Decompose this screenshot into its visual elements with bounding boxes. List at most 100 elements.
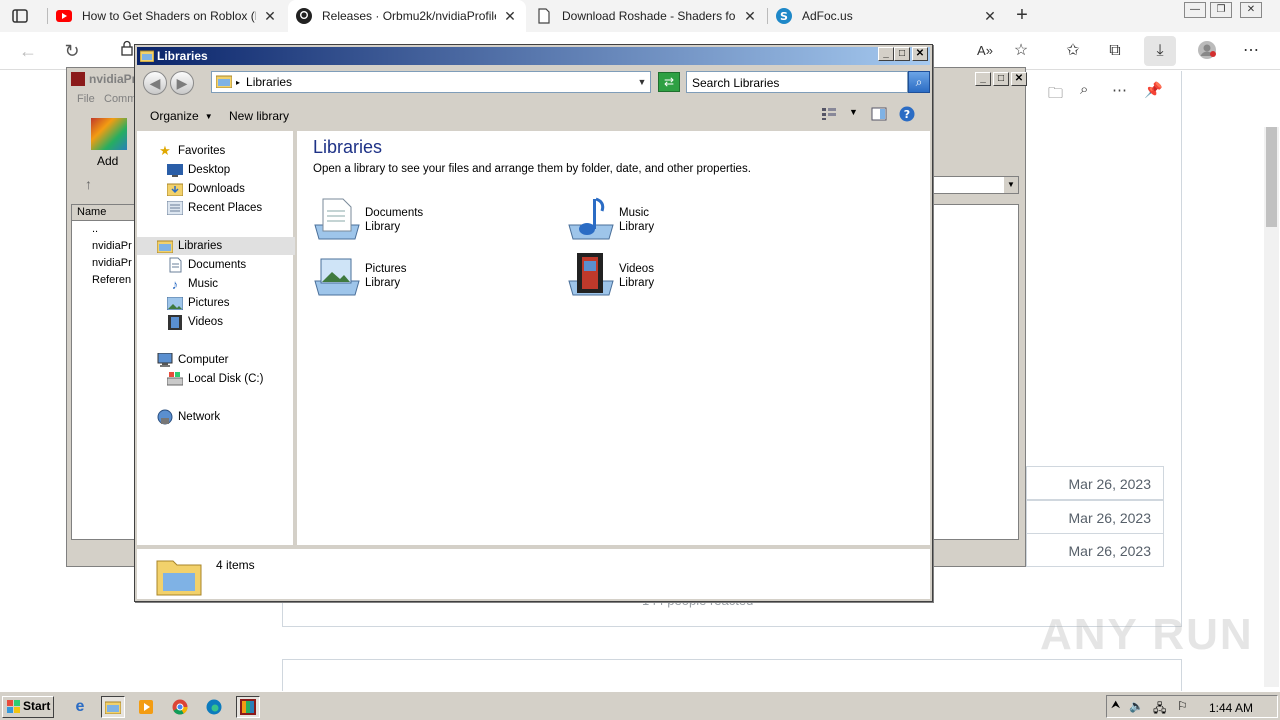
winrar-add-icon[interactable] (91, 118, 127, 150)
new-tab-button[interactable]: + (1012, 5, 1032, 26)
nav-recent-places[interactable]: Recent Places (167, 199, 262, 217)
release-date: Mar 26, 2023 (1026, 533, 1164, 567)
ie-icon[interactable]: e (68, 696, 92, 718)
nav-favorites[interactable]: ★ Favorites (157, 142, 225, 160)
tab-close-icon[interactable]: ✕ (982, 8, 998, 25)
network-tray-icon[interactable]: 🖧 (1153, 699, 1166, 720)
library-videos[interactable]: Videos Library (567, 251, 807, 301)
network-icon (157, 409, 173, 425)
browser-tab-strip: How to Get Shaders on Roblox (F ✕ Releas… (0, 0, 1280, 32)
winrar-path-dropdown[interactable]: ▼ (933, 176, 1019, 194)
column-name[interactable]: Name (72, 205, 134, 221)
explorer-taskbar-icon[interactable] (101, 696, 125, 718)
up-arrow-icon[interactable]: ↑ (85, 176, 92, 192)
favorites-icon[interactable]: ✩ (1062, 40, 1084, 62)
nav-downloads[interactable]: Downloads (167, 180, 245, 198)
edge-icon[interactable] (202, 696, 226, 718)
address-dropdown-icon[interactable]: ▼ (635, 72, 649, 92)
nav-music[interactable]: ♪ Music (167, 275, 218, 293)
organize-button[interactable]: Organize ▼ (150, 109, 213, 123)
downloads-folder-icon (167, 181, 183, 197)
tab-actions-icon[interactable] (10, 6, 30, 26)
tab-youtube[interactable]: How to Get Shaders on Roblox (F ✕ (48, 0, 286, 32)
file-row[interactable]: nvidiaPr (72, 255, 134, 272)
clock[interactable]: 1:44 AM (1209, 701, 1253, 715)
refresh-icon[interactable]: ⇄ (658, 72, 680, 92)
nav-computer[interactable]: Computer (157, 351, 229, 369)
search-icon[interactable]: ⌕ (908, 71, 930, 93)
chrome-icon[interactable] (168, 696, 192, 718)
tab-adfocus[interactable]: S AdFoc.us ✕ (768, 0, 1006, 32)
nav-libraries[interactable]: Libraries (137, 237, 295, 255)
close-button[interactable]: ✕ (912, 47, 928, 61)
tray-expand-icon[interactable]: ⮝ (1111, 699, 1120, 712)
back-arrow-icon[interactable]: ◀ (143, 71, 167, 95)
nav-network[interactable]: Network (157, 408, 220, 426)
new-library-button[interactable]: New library (229, 109, 289, 123)
winrar-file-list: Name .. nvidiaPr nvidiaPr Referen (71, 204, 135, 540)
tab-github-releases[interactable]: Releases · Orbmu2k/nvidiaProfile ✕ (288, 0, 526, 32)
file-row[interactable]: Referen (72, 272, 134, 289)
minimize-button[interactable]: _ (975, 72, 991, 86)
libraries-large-icon (155, 553, 203, 597)
nav-local-disk[interactable]: Local Disk (C:) (167, 370, 263, 388)
window-title-bar[interactable]: Libraries (137, 47, 930, 65)
browser-restore-button[interactable]: ❐ (1210, 2, 1232, 18)
tab-roshade[interactable]: Download Roshade - Shaders for ✕ (528, 0, 766, 32)
tab-close-icon[interactable]: ✕ (262, 8, 278, 25)
page-scrollbar-thumb[interactable] (1266, 127, 1277, 227)
back-arrow-icon[interactable]: ← (18, 41, 38, 61)
tab-title: How to Get Shaders on Roblox (F (82, 9, 256, 23)
forward-arrow-icon[interactable]: ▶ (170, 71, 194, 95)
nav-videos[interactable]: Videos (167, 313, 223, 331)
more-menu-icon[interactable]: ⋯ (1240, 40, 1262, 62)
search-icon[interactable]: ⌕ (1080, 81, 1088, 98)
browser-close-button[interactable]: ✕ (1240, 2, 1262, 18)
pin-icon[interactable]: 📌 (1144, 81, 1163, 99)
add-favorite-icon[interactable]: ☆ (1010, 40, 1032, 62)
maximize-button[interactable]: □ (993, 72, 1009, 86)
more-icon[interactable]: ⋯ (1112, 81, 1127, 99)
winrar-menu-commands[interactable]: Comm (104, 93, 136, 105)
breadcrumb-libraries[interactable]: Libraries (246, 75, 292, 89)
libraries-window[interactable]: Libraries _ □ ✕ ◀ ▶ ▸ Libraries ▼ ⇄ Sear… (134, 44, 933, 602)
library-documents[interactable]: Documents Library (313, 195, 553, 245)
file-row[interactable]: .. (72, 221, 134, 238)
breadcrumb-arrow-icon[interactable]: ▸ (236, 78, 240, 87)
preview-pane-icon[interactable] (871, 106, 887, 125)
search-input[interactable]: Search Libraries (686, 71, 908, 93)
close-button[interactable]: ✕ (1011, 72, 1027, 86)
library-pictures[interactable]: Pictures Library (313, 251, 553, 301)
address-box[interactable]: ▸ Libraries (211, 71, 651, 93)
browser-minimize-button[interactable]: — (1184, 2, 1206, 18)
help-icon[interactable]: ? (899, 106, 915, 125)
nav-desktop[interactable]: Desktop (167, 161, 230, 179)
file-row[interactable]: nvidiaPr (72, 238, 134, 255)
tab-close-icon[interactable]: ✕ (742, 8, 758, 25)
navigation-pane: ★ Favorites Desktop Downloads Recent Plac… (137, 131, 295, 545)
profile-avatar-icon[interactable] (1196, 40, 1218, 62)
nav-documents[interactable]: Documents (167, 256, 246, 274)
change-view-icon[interactable] (821, 107, 837, 124)
view-options-dropdown[interactable]: ▼ (849, 107, 858, 117)
read-aloud-icon[interactable]: A» (974, 40, 996, 62)
start-button[interactable]: Start (2, 696, 54, 718)
library-type: Library (619, 221, 655, 233)
tab-close-icon[interactable]: ✕ (502, 8, 518, 25)
reload-icon[interactable]: ↻ (62, 41, 82, 61)
winrar-taskbar-icon[interactable] (236, 696, 260, 718)
media-player-icon[interactable] (134, 696, 158, 718)
action-center-flag-icon[interactable]: ⚐ (1177, 699, 1188, 713)
minimize-button[interactable]: _ (878, 47, 894, 61)
volume-icon[interactable]: 🔈 (1129, 699, 1144, 713)
folder-icon[interactable]: 🗀 (1048, 83, 1063, 108)
winrar-menu-file[interactable]: File (77, 93, 95, 105)
library-music[interactable]: Music Library (567, 195, 807, 245)
chevron-down-icon[interactable]: ▼ (1004, 177, 1018, 193)
downloads-icon[interactable]: ⤓ (1144, 36, 1176, 66)
youtube-icon (56, 8, 72, 24)
computer-icon (157, 352, 173, 368)
maximize-button[interactable]: □ (894, 47, 910, 61)
nav-pictures[interactable]: Pictures (167, 294, 230, 312)
collections-icon[interactable]: ⧉ (1104, 40, 1126, 62)
